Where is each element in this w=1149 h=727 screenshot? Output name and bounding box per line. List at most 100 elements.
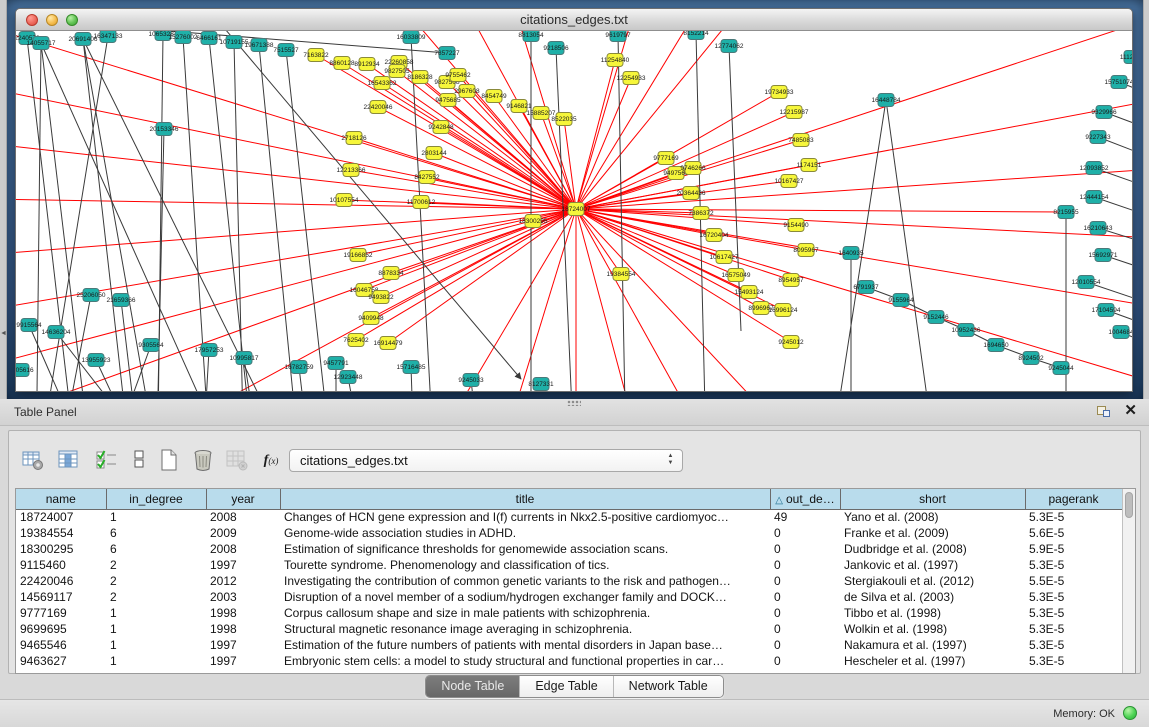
table-cell[interactable]: Embryonic stem cells: a model to study s… <box>280 653 770 669</box>
graph-edge[interactable] <box>76 345 151 391</box>
graph-edge[interactable] <box>371 209 576 318</box>
table-cell[interactable]: Franke et al. (2009) <box>840 525 1025 541</box>
graph-node[interactable]: 8095967 <box>793 244 819 257</box>
graph-edge[interactable] <box>391 209 576 273</box>
table-cell[interactable]: Genome-wide association studies in ADHD. <box>280 525 770 541</box>
table-cell[interactable]: 5.6E-5 <box>1025 525 1122 541</box>
function-builder-button[interactable]: f(x) <box>257 446 285 474</box>
graph-node[interactable]: 8954957 <box>778 274 804 287</box>
scrollbar-thumb[interactable] <box>1125 492 1133 518</box>
graph-node[interactable]: 9218506 <box>543 42 569 55</box>
table-cell[interactable]: 1997 <box>206 653 280 669</box>
tab-node-table[interactable]: Node Table <box>426 676 519 697</box>
table-cell[interactable]: 5.3E-5 <box>1025 589 1122 605</box>
graph-edge[interactable] <box>36 43 41 391</box>
graph-node[interactable]: 8127331 <box>528 378 554 391</box>
table-cell[interactable]: Investigating the contribution of common… <box>280 573 770 589</box>
table-cell[interactable]: 1 <box>106 621 206 637</box>
graph-node[interactable]: 19734933 <box>765 86 794 99</box>
table-cell[interactable]: 0 <box>770 637 840 653</box>
graph-node[interactable]: 12923448 <box>334 371 363 384</box>
graph-node[interactable]: 9305564 <box>138 339 164 352</box>
column-header-name[interactable]: name <box>16 489 106 509</box>
table-row[interactable]: 946362711997Embryonic stem cells: a mode… <box>16 653 1122 669</box>
table-cell[interactable]: Tourette syndrome. Phenomenology and cla… <box>280 557 770 573</box>
table-selector[interactable]: citations_edges.txt ▲▼ <box>289 449 683 472</box>
table-cell[interactable]: 5.3E-5 <box>1025 621 1122 637</box>
graph-node[interactable]: 8454749 <box>481 90 507 103</box>
table-cell[interactable]: Structural magnetic resonance image aver… <box>280 621 770 637</box>
window-titlebar[interactable]: citations_edges.txt <box>16 9 1132 31</box>
delete-table-button[interactable] <box>189 446 217 474</box>
graph-node[interactable]: 9245044 <box>1048 362 1074 375</box>
table-cell[interactable]: 5.3E-5 <box>1025 605 1122 621</box>
table-cell[interactable]: 1 <box>106 509 206 525</box>
table-cell[interactable]: Changes of HCN gene expression and I(f) … <box>280 509 770 525</box>
graph-node[interactable]: 8912934 <box>354 58 380 71</box>
graph-edge[interactable] <box>576 51 1132 209</box>
graph-node[interactable]: 19166852 <box>344 249 373 262</box>
table-cell[interactable]: Stergiakouli et al. (2012) <box>840 573 1025 589</box>
graph-node[interactable]: 2718126 <box>341 132 367 145</box>
collapsed-control-panel-strip[interactable]: ◄ <box>0 0 7 399</box>
table-cell[interactable]: 1997 <box>206 637 280 653</box>
table-cell[interactable]: 22420046 <box>16 573 106 589</box>
graph-edge[interactable] <box>576 78 631 209</box>
table-cell[interactable]: 2003 <box>206 589 280 605</box>
table-cell[interactable]: Dudbridge et al. (2008) <box>840 541 1025 557</box>
column-header-out-degree[interactable]: △out_de… <box>770 489 840 509</box>
table-cell[interactable]: de Silva et al. (2003) <box>840 589 1025 605</box>
graph-edge[interactable] <box>83 39 326 391</box>
graph-node[interactable]: 16210643 <box>1084 222 1113 235</box>
table-cell[interactable]: 9777169 <box>16 605 106 621</box>
table-cell[interactable]: 5.3E-5 <box>1025 637 1122 653</box>
graph-node[interactable]: 15751074 <box>1105 76 1132 89</box>
table-cell[interactable]: 2009 <box>206 525 280 541</box>
graph-node[interactable]: 17104594 <box>1092 304 1121 317</box>
table-cell[interactable]: 2012 <box>206 573 280 589</box>
graph-node[interactable]: 1640935 <box>838 247 864 260</box>
splitter-grip[interactable] <box>567 400 581 406</box>
graph-node[interactable]: 9505616 <box>16 364 34 377</box>
table-cell[interactable]: 2 <box>106 573 206 589</box>
table-cell[interactable]: 5.3E-5 <box>1025 653 1122 669</box>
table-cell[interactable]: 2008 <box>206 541 280 557</box>
table-cell[interactable]: 0 <box>770 589 840 605</box>
column-header-title[interactable]: title <box>280 489 770 509</box>
table-cell[interactable]: 19384554 <box>16 525 106 541</box>
graph-edge[interactable] <box>286 50 346 391</box>
table-cell[interactable]: 0 <box>770 653 840 669</box>
graph-node[interactable]: 8878334 <box>378 267 404 280</box>
table-cell[interactable]: 5.3E-5 <box>1025 557 1122 573</box>
graph-node[interactable]: 10167427 <box>775 175 804 188</box>
table-row[interactable]: 1938455462009Genome-wide association stu… <box>16 525 1122 541</box>
graph-node[interactable]: 12444154 <box>1080 191 1109 204</box>
table-cell[interactable]: 0 <box>770 605 840 621</box>
graph-node[interactable]: 11254840 <box>601 54 630 67</box>
collapse-arrow-icon[interactable]: ◄ <box>0 330 7 337</box>
tab-edge-table[interactable]: Edge Table <box>519 676 612 697</box>
graph-edge[interactable] <box>576 31 966 209</box>
table-cell[interactable]: 6 <box>106 541 206 557</box>
graph-node[interactable]: 9227343 <box>1085 131 1111 144</box>
table-cell[interactable]: 2008 <box>206 509 280 525</box>
table-cell[interactable]: 14569117 <box>16 589 106 605</box>
table-cell[interactable]: 5.3E-5 <box>1025 509 1122 525</box>
graph-node[interactable]: 7163822 <box>303 49 329 62</box>
table-cell[interactable]: 1 <box>106 605 206 621</box>
graph-node[interactable]: 16347133 <box>94 31 123 43</box>
graph-node[interactable]: 9329966 <box>1091 106 1117 119</box>
graph-edge[interactable] <box>576 60 615 209</box>
graph-node[interactable]: 20364436 <box>677 187 706 200</box>
table-cell[interactable]: 18724007 <box>16 509 106 525</box>
graph-node[interactable]: 15716485 <box>397 361 426 374</box>
graph-node[interactable]: 19671388 <box>245 39 274 52</box>
column-visibility-button[interactable] <box>55 446 83 474</box>
graph-node[interactable]: 22420046 <box>364 101 393 114</box>
table-cell[interactable]: Estimation of significance thresholds fo… <box>280 541 770 557</box>
graph-node[interactable]: 16914479 <box>374 337 403 350</box>
graph-edge[interactable] <box>1121 332 1132 391</box>
column-header-in-degree[interactable]: in_degree <box>106 489 206 509</box>
graph-node[interactable]: 7515527 <box>273 44 299 57</box>
network-graph[interactable]: 7163822886012889129342226085898275051654… <box>16 31 1132 391</box>
